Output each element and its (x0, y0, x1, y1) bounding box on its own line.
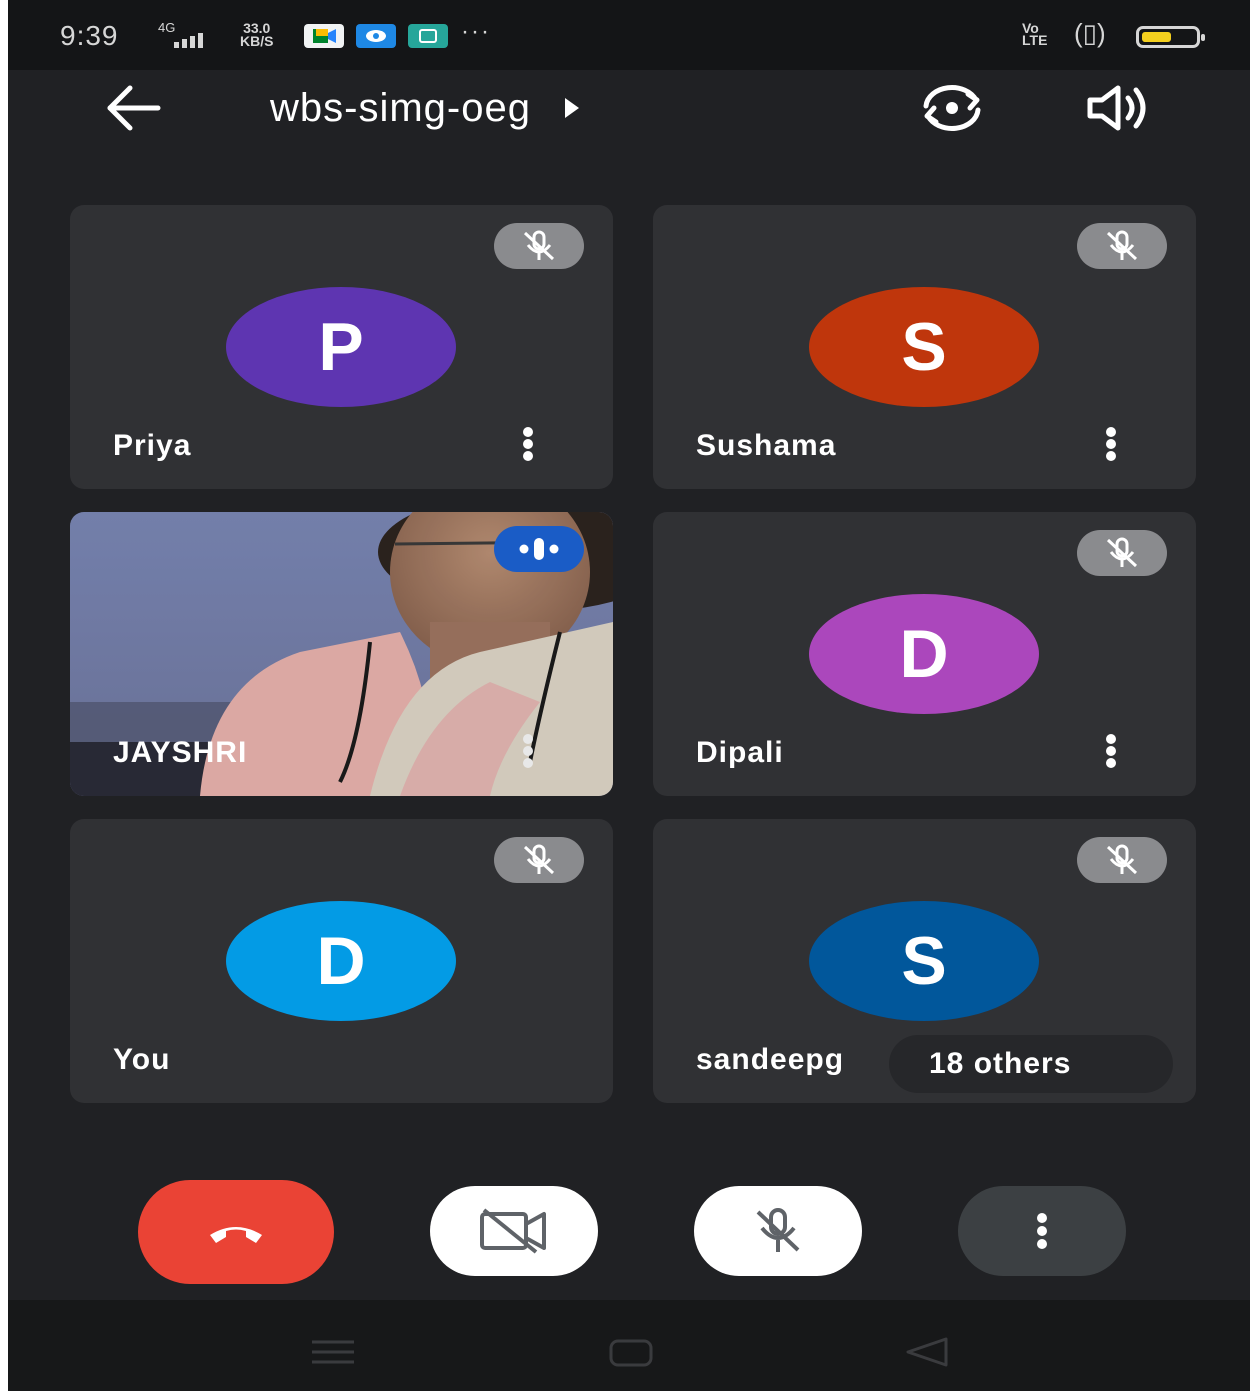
volte-bottom: LTE (1022, 32, 1048, 48)
recent-apps-icon[interactable] (310, 1338, 356, 1366)
signal-icon: 4G (158, 21, 203, 48)
battery-level (1142, 32, 1171, 42)
speaker-volume-icon[interactable] (1084, 80, 1154, 136)
mic-toggle-button[interactable] (694, 1186, 862, 1276)
battery-tip (1201, 34, 1205, 41)
system-nav-bar (8, 1300, 1250, 1391)
participant-tile[interactable]: S sandeepg 18 others (653, 819, 1196, 1103)
avatar: P (226, 287, 456, 407)
camera-toggle-button[interactable] (430, 1186, 598, 1276)
muted-mic-icon (494, 223, 584, 269)
more-vert-icon[interactable] (520, 427, 536, 461)
videocam-off-icon (480, 1208, 546, 1254)
call-end-icon (210, 1227, 262, 1243)
play-arrow-icon (564, 98, 579, 118)
muted-mic-icon (1077, 223, 1167, 269)
muted-mic-icon (1077, 837, 1167, 883)
battery-icon (1136, 26, 1205, 48)
more-vert-icon[interactable] (520, 734, 536, 768)
meeting-title-button[interactable]: wbs-simg-oeg (270, 78, 579, 138)
muted-mic-icon (494, 837, 584, 883)
participant-tile[interactable]: P Priya (70, 205, 613, 489)
home-icon[interactable] (608, 1338, 654, 1368)
net-speed: 33.0 KB/S (240, 21, 274, 49)
muted-mic-icon (1077, 530, 1167, 576)
more-vert-icon[interactable] (1103, 427, 1119, 461)
speaking-indicator-icon (494, 526, 584, 572)
participant-tile[interactable]: D Dipali (653, 512, 1196, 796)
meeting-code: wbs-simg-oeg (270, 85, 531, 130)
self-tile[interactable]: D You (70, 819, 613, 1103)
status-time: 9:39 (60, 20, 119, 51)
switch-camera-icon[interactable] (914, 80, 990, 136)
avatar: S (809, 901, 1039, 1021)
meet-screen: 9:39 4G 33.0 KB/S ··· Vo LTE (▯) wbs-sim… (8, 0, 1250, 1391)
participant-name: Sushama (696, 429, 837, 462)
app-notification-icon (356, 24, 396, 48)
volte-icon: Vo LTE (1022, 21, 1048, 48)
vibrate-icon: (▯) (1074, 18, 1106, 48)
participant-name: Priya (113, 429, 192, 462)
status-bar: 9:39 4G 33.0 KB/S ··· Vo LTE (▯) (8, 0, 1250, 70)
avatar: D (809, 594, 1039, 714)
participant-name: JAYSHRI (113, 736, 248, 769)
participant-video-tile[interactable]: JAYSHRI (70, 512, 613, 796)
nav-back-icon[interactable] (904, 1336, 950, 1368)
mic-off-icon (756, 1208, 800, 1252)
participant-tile[interactable]: S Sushama (653, 205, 1196, 489)
participant-name: sandeepg (696, 1043, 845, 1076)
participant-name: You (113, 1043, 171, 1076)
avatar: D (226, 901, 456, 1021)
meet-notification-icon (304, 24, 344, 48)
more-vert-icon (1037, 1213, 1047, 1249)
others-count-button[interactable]: 18 others (889, 1035, 1173, 1093)
more-options-button[interactable] (958, 1186, 1126, 1276)
more-notifications-icon: ··· (461, 18, 491, 45)
net-speed-unit: KB/S (240, 33, 274, 49)
avatar: S (809, 287, 1039, 407)
more-vert-icon[interactable] (1103, 734, 1119, 768)
sms-notification-icon (408, 24, 448, 48)
back-arrow-icon[interactable] (104, 78, 164, 138)
end-call-button[interactable] (138, 1180, 334, 1284)
participant-name: Dipali (696, 736, 784, 769)
